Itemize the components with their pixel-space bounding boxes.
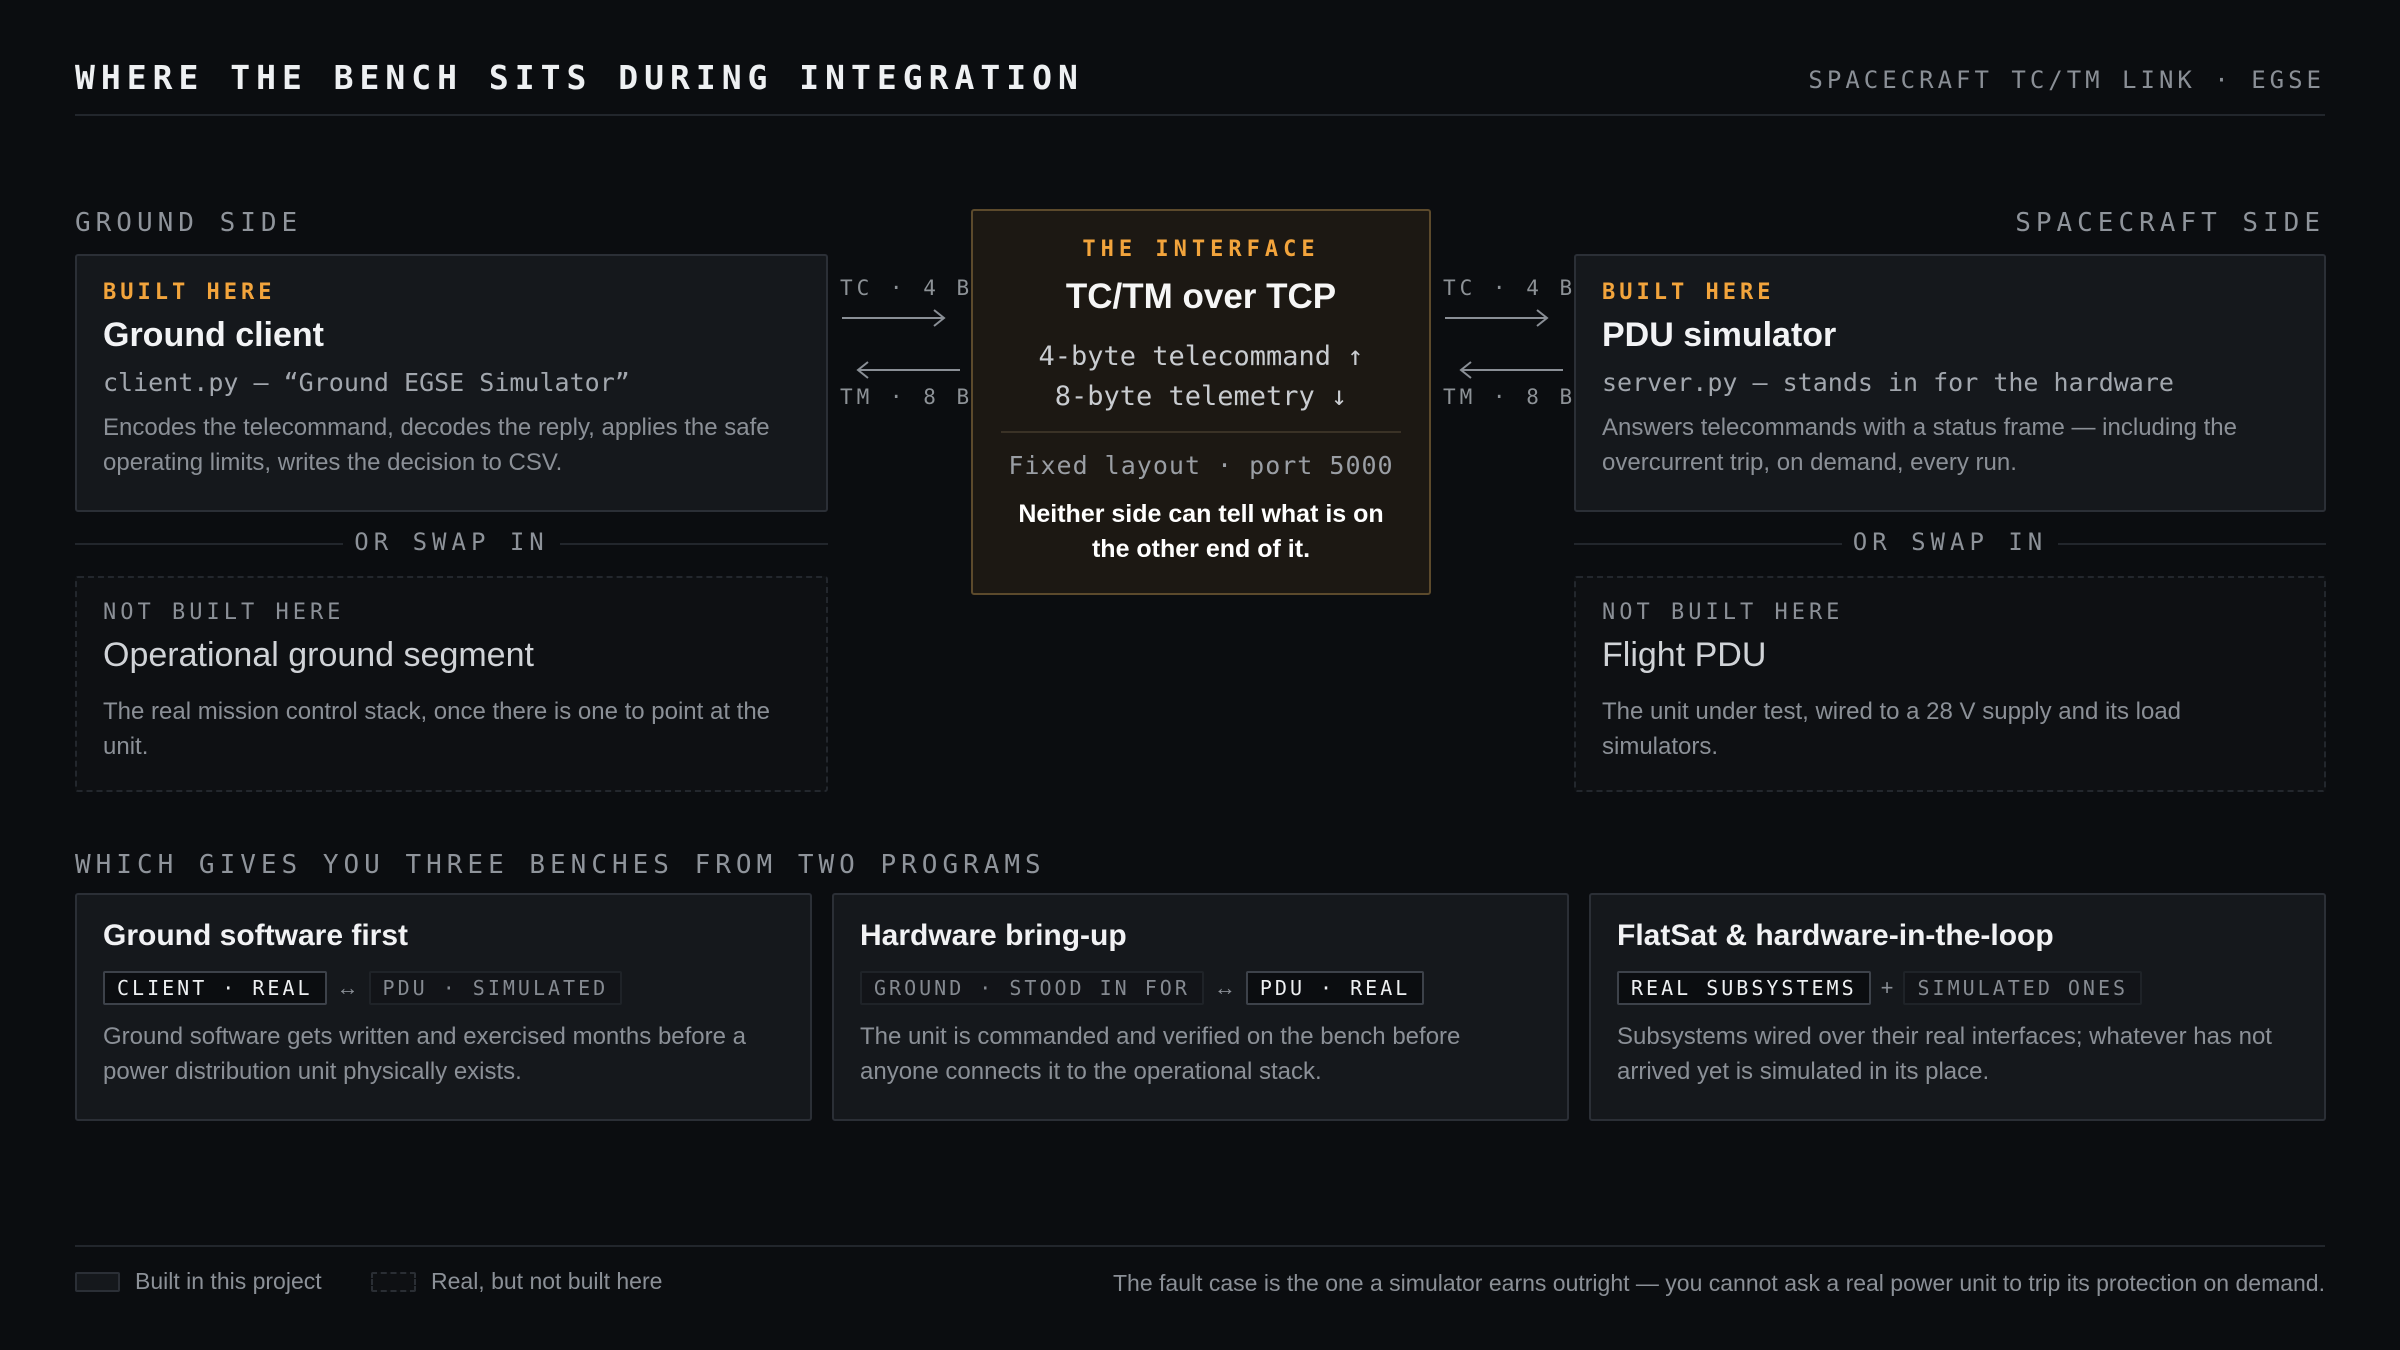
benches-section-label: WHICH GIVES YOU THREE BENCHES FROM TWO P… [75,850,1046,880]
not-built-here-label: NOT BUILT HERE [1602,600,1844,625]
interface-label: THE INTERFACE [1082,237,1320,262]
legend-swatch-real [371,1272,416,1292]
footer-divider [75,1245,2325,1247]
ground-client-description: Encodes the telecommand, decodes the rep… [103,414,770,476]
bench-tags: GROUND · STOOD IN FOR ↔ PDU · REAL [860,971,1425,1005]
built-here-label: BUILT HERE [103,280,276,305]
ground-side-label: GROUND SIDE [75,208,303,238]
bench-card-flatsat: FlatSat & hardware-in-the-loop REAL SUBS… [1589,893,2326,1121]
tag-simulated: SIMULATED ONES [1903,971,2143,1005]
tag-real: CLIENT · REAL [103,971,327,1005]
bench-title: FlatSat & hardware-in-the-loop [1617,919,2054,952]
left-arrow-icon [1459,361,1563,379]
pdu-simulator-file: server.py — stands in for the hardware [1602,368,2174,397]
tag-simulated: PDU · SIMULATED [368,971,623,1005]
ground-segment-title: Operational ground segment [103,636,534,674]
bench-description: The unit is commanded and verified on th… [860,1023,1461,1085]
legend-swatch-built [75,1272,120,1292]
interface-title: TC/TM over TCP [1065,277,1337,316]
bench-tags: CLIENT · REAL ↔ PDU · SIMULATED [103,971,623,1005]
tm-arrow-label-right: TM · 8 B [1443,385,1577,409]
ground-client-card: BUILT HERE Ground client client.py — “Gr… [75,254,828,512]
not-built-here-label: NOT BUILT HERE [103,600,345,625]
flight-pdu-description: The unit under test, wired to a 28 V sup… [1602,698,2182,760]
tag-real: PDU · REAL [1245,971,1425,1005]
pdu-simulator-card: BUILT HERE PDU simulator server.py — sta… [1574,254,2326,512]
tag-real: REAL SUBSYSTEMS [1617,971,1871,1005]
flight-pdu-card: NOT BUILT HERE Flight PDU The unit under… [1574,576,2326,792]
tm-arrow-label-left: TM · 8 B [840,385,974,409]
bench-title: Ground software first [103,919,409,952]
page-header: WHERE THE BENCH SITS DURING INTEGRATION … [75,56,2325,116]
fixed-layout-port: Fixed layout · port 5000 [1008,451,1394,480]
tag-stood-in: GROUND · STOOD IN FOR [860,971,1204,1005]
bench-card-hardware-bringup: Hardware bring-up GROUND · STOOD IN FOR … [832,893,1569,1121]
legend-real-label: Real, but not built here [431,1268,663,1294]
pdu-simulator-description: Answers telecommands with a status frame… [1602,414,2237,476]
tc-arrow-label-left: TC · 4 B [840,276,974,300]
bench-tags: REAL SUBSYSTEMS + SIMULATED ONES [1617,971,2143,1005]
spacecraft-swap-divider: OR SWAP IN [1574,528,2326,558]
tc-arrow-label-right: TC · 4 B [1443,276,1577,300]
interface-card: THE INTERFACE TC/TM over TCP 4-byte tele… [971,209,1431,595]
interface-note: Neither side can tell what is on the oth… [1018,500,1384,563]
plus-icon: + [1880,975,1894,1000]
ground-client-file: client.py — “Ground EGSE Simulator” [103,368,630,397]
ground-swap-divider: OR SWAP IN [75,528,828,558]
bench-card-ground-software: Ground software first CLIENT · REAL ↔ PD… [75,893,812,1121]
right-arrow-icon [1445,309,1549,327]
footer-note: The fault case is the one a simulator ea… [1113,1270,2325,1296]
pdu-simulator-title: PDU simulator [1602,316,1837,354]
bench-description: Subsystems wired over their real interfa… [1617,1023,2272,1085]
bench-title: Hardware bring-up [860,919,1127,952]
interface-divider [1001,431,1401,433]
swap-in-label: OR SWAP IN [354,528,549,556]
ground-segment-description: The real mission control stack, once the… [103,698,771,760]
built-here-label: BUILT HERE [1602,280,1775,305]
page-title: WHERE THE BENCH SITS DURING INTEGRATION [75,58,1084,97]
bench-description: Ground software gets written and exercis… [103,1023,747,1085]
link-icon: ↔ [336,975,359,1000]
flight-pdu-title: Flight PDU [1602,636,1767,674]
telemetry-line: 8-byte telemetry ↓ [1054,381,1348,412]
left-arrow-icon [856,361,960,379]
swap-in-label: OR SWAP IN [1852,528,2048,556]
legend-built-label: Built in this project [135,1268,322,1294]
right-arrow-icon [842,309,946,327]
ground-segment-card: NOT BUILT HERE Operational ground segmen… [75,576,828,792]
telecommand-line: 4-byte telecommand ↑ [1038,341,1364,372]
page-subtitle: SPACECRAFT TC/TM LINK · EGSE [1808,66,2325,94]
ground-client-title: Ground client [103,316,324,354]
link-icon: ↔ [1213,975,1236,1000]
spacecraft-side-label: SPACECRAFT SIDE [2015,208,2325,238]
